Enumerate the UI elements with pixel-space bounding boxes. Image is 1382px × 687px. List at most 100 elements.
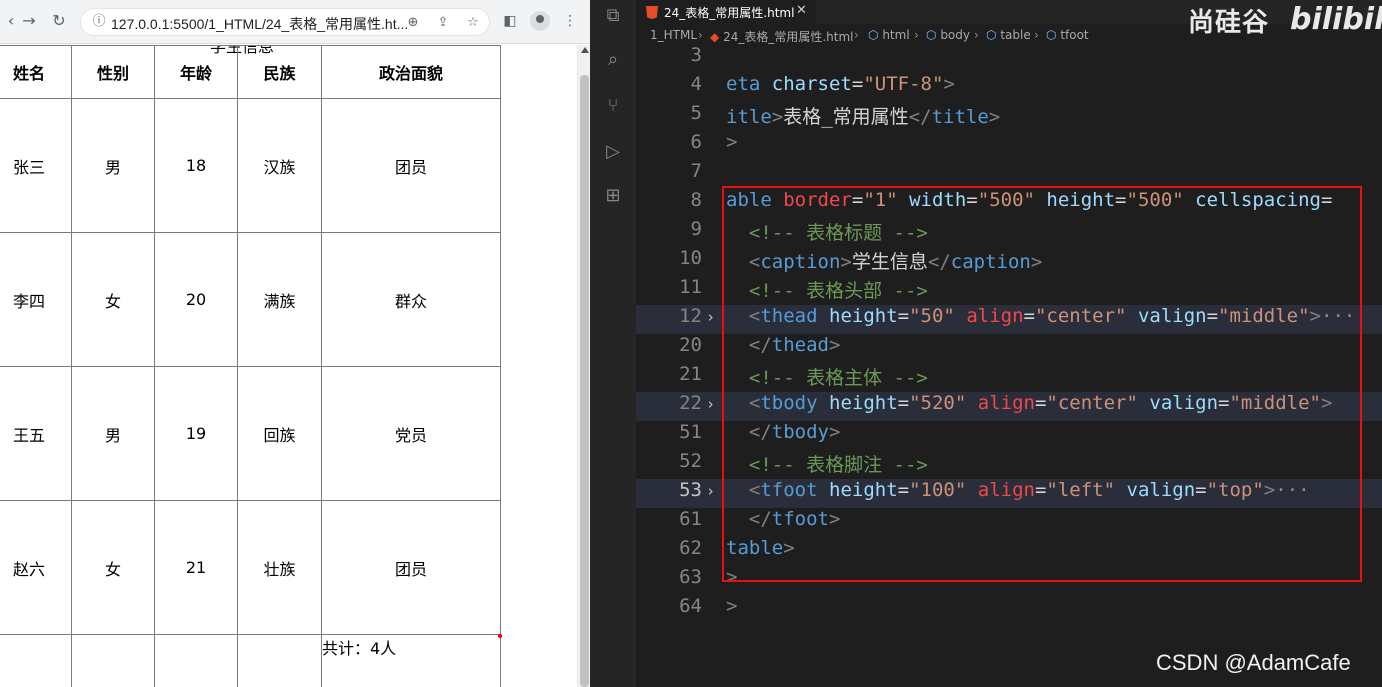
breadcrumb-item[interactable]: 1_HTML [650, 28, 697, 42]
code-text: <tbody height="520" align="center" valig… [726, 392, 1333, 414]
extensions-icon[interactable]: ⊞ [601, 184, 625, 208]
breadcrumb-item[interactable]: ⬡ html [868, 28, 910, 42]
breadcrumb-item[interactable]: ⬡ table [986, 28, 1031, 42]
code-line[interactable]: 8 able border="1" width="500" height="500… [636, 189, 1382, 218]
code-token: <!-- 表格标题 --> [748, 222, 928, 244]
site-info-icon[interactable]: ⓘ [89, 12, 109, 32]
run-debug-icon[interactable]: ▷ [601, 140, 625, 164]
code-token: > [828, 508, 841, 530]
table-footer-row: 共计：4人 [0, 634, 501, 687]
breadcrumb-item[interactable]: ⬡ tfoot [1046, 28, 1089, 42]
code-line[interactable]: 52 <!-- 表格脚注 --> [636, 450, 1382, 479]
code-editor[interactable]: 3 4 eta charset="UTF-8"> 5 itle>表格_常用属性</tit… [636, 46, 1382, 687]
table-cell: 女 [71, 232, 155, 367]
fold-chevron-icon[interactable]: › [706, 395, 715, 413]
breadcrumb-item[interactable]: ⬡ body [926, 28, 970, 42]
chevron-right-icon: › [1034, 28, 1039, 42]
code-token: > [1030, 251, 1043, 273]
code-line[interactable]: 61 </tfoot> [636, 508, 1382, 537]
breadcrumb-item-file[interactable]: ◆ 24_表格_常用属性.html [710, 28, 853, 45]
table-cell: 21 [154, 500, 238, 635]
code-line[interactable]: 64 > [636, 595, 1382, 624]
profile-avatar-icon[interactable] [530, 11, 550, 31]
fold-chevron-icon[interactable]: › [706, 308, 715, 326]
code-token: < [748, 305, 761, 327]
code-line[interactable]: 12 › <thead height="50" align="center" va… [636, 305, 1382, 334]
side-panel-icon[interactable]: ◧ [500, 11, 520, 31]
activity-bar: ⧉ ⌕ ⑂ ▷ ⊞ [590, 0, 636, 687]
code-line[interactable]: 22 › <tbody height="520" align="center" v… [636, 392, 1382, 421]
code-line[interactable]: 11 <!-- 表格头部 --> [636, 276, 1382, 305]
code-token: <!-- 表格脚注 --> [748, 454, 928, 476]
close-icon[interactable]: ✕ [796, 3, 807, 18]
code-text: </tfoot> [726, 508, 841, 530]
code-line[interactable]: 6 > [636, 131, 1382, 160]
code-token: 学生信息 [851, 251, 928, 273]
code-token: width [909, 189, 967, 211]
table-header-row: 姓名 性别 年龄 民族 政治面貌 [0, 45, 501, 99]
chevron-right-icon: › [698, 28, 703, 42]
line-number: 21 [679, 363, 702, 385]
table-cell: 18 [154, 98, 238, 233]
tab-active-file[interactable]: 24_表格_常用属性.html ✕ [636, 0, 816, 24]
share-icon[interactable]: ⇪ [433, 14, 453, 32]
forward-arrow-icon[interactable]: → [18, 10, 40, 32]
code-token: = [1034, 479, 1047, 501]
code-token: </ [748, 334, 772, 356]
code-line[interactable]: 7 [636, 160, 1382, 189]
csdn-watermark: CSDN @AdamCafe [1156, 650, 1351, 675]
html5-file-icon [646, 6, 658, 19]
code-line[interactable]: 53 › <tfoot height="100" align="left" val… [636, 479, 1382, 508]
menu-kebab-icon[interactable]: ⋮ [560, 11, 580, 31]
line-number: 51 [679, 421, 702, 443]
code-line[interactable]: 51 </tbody> [636, 421, 1382, 450]
fold-chevron-icon[interactable]: › [706, 482, 715, 500]
reload-icon[interactable]: ↻ [48, 10, 70, 32]
code-line[interactable]: 5 itle>表格_常用属性</title> [636, 102, 1382, 131]
code-token: "middle" [1218, 305, 1310, 327]
code-line[interactable]: 63 > [636, 566, 1382, 595]
line-number: 4 [690, 73, 702, 95]
code-line[interactable]: 62 table> [636, 537, 1382, 566]
code-line[interactable]: 9 <!-- 表格标题 --> [636, 218, 1382, 247]
breadcrumb-label: html [882, 28, 910, 42]
line-number: 61 [679, 508, 702, 530]
explorer-files-icon[interactable]: ⧉ [601, 4, 625, 28]
address-bar[interactable]: ⓘ 127.0.0.1:5500/1_HTML/24_表格_常用属性.ht...… [80, 8, 490, 36]
code-token: </ [927, 251, 951, 273]
table-row: 王五 男 19 回族 党员 [0, 366, 501, 501]
page-scrollbar[interactable] [577, 45, 590, 687]
table-cell: 20 [154, 232, 238, 367]
breadcrumb-label: table [1000, 28, 1031, 42]
line-number: 20 [679, 334, 702, 356]
bilibili-logo: bilibili [1290, 2, 1382, 37]
code-line[interactable]: 21 <!-- 表格主体 --> [636, 363, 1382, 392]
scroll-thumb[interactable] [580, 75, 589, 687]
code-line[interactable]: 20 </thead> [636, 334, 1382, 363]
search-icon[interactable]: ⌕ [601, 48, 625, 72]
code-token: thead [771, 334, 829, 356]
code-token: <!-- 表格头部 --> [748, 280, 928, 302]
code-token: "1" [863, 189, 898, 211]
code-line[interactable]: 4 eta charset="UTF-8"> [636, 73, 1382, 102]
code-token: > [828, 421, 841, 443]
code-token: title [931, 106, 989, 128]
scroll-up-arrow-icon[interactable] [581, 47, 589, 53]
table-cell: 团员 [321, 500, 501, 635]
code-token: > [1309, 305, 1321, 327]
code-text: </tbody> [726, 421, 841, 443]
breadcrumb-label: tfoot [1060, 28, 1089, 42]
code-token: align [977, 392, 1035, 414]
source-control-icon[interactable]: ⑂ [601, 94, 625, 118]
brand-watermark: 尚硅谷 [1188, 8, 1270, 38]
code-line[interactable]: 10 <caption>学生信息</caption> [636, 247, 1382, 276]
code-token: thead [760, 305, 818, 327]
bookmark-star-icon[interactable]: ☆ [463, 14, 483, 32]
zoom-icon[interactable]: ⊕ [403, 14, 423, 32]
page-viewport: 学生信息 姓名 性别 年龄 民族 政治面貌 张三 男 18 汉族 团员 李四 女… [0, 45, 577, 687]
code-line[interactable]: 3 [636, 46, 1382, 73]
